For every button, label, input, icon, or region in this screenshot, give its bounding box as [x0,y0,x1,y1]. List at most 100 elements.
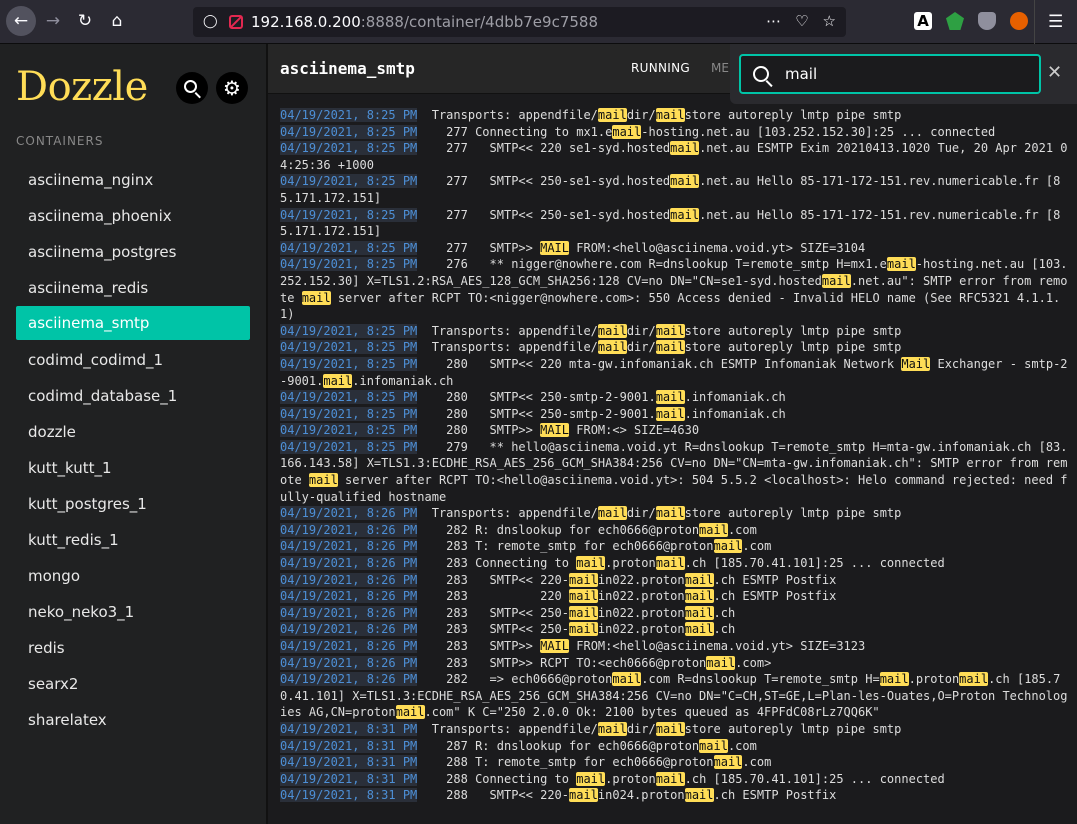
search-highlight: mail [597,108,627,122]
container-item[interactable]: redis [16,630,250,666]
log-timestamp: 04/19/2021, 8:25 PM [280,406,418,421]
log-line: 04/19/2021, 8:31 PM 288 T: remote_smtp f… [280,754,1070,771]
search-highlight: mail [597,721,627,736]
browser-toolbar: ← → ↻ ⌂ ◯ 192.168.0.200:8888/container/4… [0,0,1077,44]
log-line: 04/19/2021, 8:26 PM 283 220 mailin022.pr… [280,588,1070,605]
log-message: 283 T: remote_smtp for ech0666@protonmai… [417,539,772,554]
log-line: 04/19/2021, 8:25 PM 279 ** hello@asciine… [280,439,1070,505]
container-item[interactable]: sharelatex [16,702,250,738]
search-highlight: mail [655,771,685,786]
log-message: 288 SMTP<< 220-mailin024.protonmail.ch E… [417,788,837,803]
insecure-lock-icon[interactable] [229,15,243,29]
search-highlight: mail [569,788,598,803]
log-message: 288 T: remote_smtp for ech0666@protonmai… [417,755,772,770]
search-highlight: mail [569,605,598,620]
search-highlight: mail [706,655,736,670]
log-timestamp: 04/19/2021, 8:31 PM [280,721,418,736]
shield-icon[interactable]: ◯ [203,14,218,30]
log-line: 04/19/2021, 8:25 PM 277 SMTP<< 250-se1-s… [280,173,1070,206]
app-logo[interactable]: Dozzle [16,64,148,110]
log-timestamp: 04/19/2021, 8:26 PM [280,655,418,670]
log-timestamp: 04/19/2021, 8:26 PM [280,589,418,604]
settings-button[interactable]: ⚙ [216,72,248,104]
log-line: 04/19/2021, 8:31 PM 287 R: dnslookup for… [280,738,1070,755]
container-item[interactable]: neko_neko3_1 [16,594,250,630]
find-input[interactable] [785,65,1025,83]
ublock-icon[interactable] [978,12,996,30]
container-item[interactable]: asciinema_redis [16,270,250,306]
log-message: Transports: appendfile/maildir/mailstore… [417,506,902,521]
search-icon [184,80,197,93]
log-message: 277 SMTP>> MAIL FROM:<hello@asciinema.vo… [417,240,866,255]
reload-icon[interactable]: ↻ [70,6,100,36]
url-host: 192.168.0.200 [251,13,361,31]
search-highlight: mail [655,556,685,571]
home-icon[interactable]: ⌂ [102,6,132,36]
log-timestamp: 04/19/2021, 8:25 PM [280,207,418,222]
search-highlight: mail [886,257,916,272]
log-timestamp: 04/19/2021, 8:26 PM [280,672,418,687]
page-actions-icon[interactable]: ⋯ [766,12,781,30]
log-message: 277 Connecting to mx1.email-hosting.net.… [417,124,996,139]
search-highlight: mail [684,605,714,620]
search-highlight: mail [684,589,714,604]
log-message: Transports: appendfile/maildir/mailstore… [417,340,902,355]
url-text[interactable]: 192.168.0.200:8888/container/4dbb7e9c758… [251,13,598,31]
log-line: 04/19/2021, 8:31 PM 288 SMTP<< 220-maili… [280,787,1070,804]
log-line: 04/19/2021, 8:31 PM Transports: appendfi… [280,721,1070,738]
log-timestamp: 04/19/2021, 8:31 PM [280,788,418,803]
container-item[interactable]: kutt_redis_1 [16,522,250,558]
search-icon [753,66,769,82]
url-path: :8888/container/4dbb7e9c7588 [360,13,599,31]
log-timestamp: 04/19/2021, 8:25 PM [280,340,418,355]
log-message: 283 SMTP>> RCPT TO:<ech0666@protonmail.c… [417,655,772,670]
gear-icon: ⚙ [223,76,241,100]
search-highlight: mail [612,672,642,687]
log-timestamp: 04/19/2021, 8:26 PM [280,556,418,571]
container-item[interactable]: codimd_codimd_1 [16,342,250,378]
search-highlight: mail [959,672,989,687]
extension-a-icon[interactable]: A [914,12,932,30]
extension-fox-icon[interactable] [946,12,964,30]
log-message: 283 SMTP<< 250-mailin022.protonmail.ch [417,622,736,637]
back-arrow-icon[interactable]: ← [6,6,36,36]
container-item[interactable]: kutt_postgres_1 [16,486,250,522]
extension-red-icon[interactable] [1010,12,1028,30]
container-item[interactable]: kutt_kutt_1 [16,450,250,486]
log-line: 04/19/2021, 8:25 PM 280 SMTP<< 250-smtp-… [280,389,1070,406]
forward-arrow-icon[interactable]: → [38,6,68,36]
log-line: 04/19/2021, 8:26 PM 283 SMTP>> MAIL FROM… [280,638,1070,655]
search-button[interactable] [176,72,208,104]
log-timestamp: 04/19/2021, 8:26 PM [280,522,418,537]
log-timestamp: 04/19/2021, 8:31 PM [280,755,418,770]
search-highlight: mail [670,207,700,222]
bookmark-star-icon[interactable]: ☆ [823,12,836,30]
log-timestamp: 04/19/2021, 8:25 PM [280,141,418,156]
hamburger-menu-icon[interactable]: ☰ [1048,12,1066,32]
search-highlight: mail [879,672,909,687]
container-item[interactable]: mongo [16,558,250,594]
log-line: 04/19/2021, 8:26 PM 282 => ech0666@proto… [280,671,1070,721]
log-line: 04/19/2021, 8:25 PM Transports: appendfi… [280,339,1070,356]
log-timestamp: 04/19/2021, 8:25 PM [280,174,418,189]
search-highlight: mail [670,141,700,156]
search-highlight: mail [821,273,851,288]
find-input-wrapper[interactable] [739,54,1041,94]
url-bar[interactable]: ◯ 192.168.0.200:8888/container/4dbb7e9c7… [193,7,846,37]
container-item[interactable]: asciinema_smtp [16,306,250,340]
container-item[interactable]: codimd_database_1 [16,378,250,414]
log-timestamp: 04/19/2021, 8:25 PM [280,323,418,338]
log-timestamp: 04/19/2021, 8:25 PM [280,439,418,454]
container-item[interactable]: searx2 [16,666,250,702]
search-highlight: mail [569,589,598,604]
container-item[interactable]: dozzle [16,414,250,450]
pocket-icon[interactable]: ♡ [795,12,808,30]
container-item[interactable]: asciinema_phoenix [16,198,250,234]
search-highlight: mail [684,622,714,637]
sidebar: Dozzle ⚙ CONTAINERS asciinema_nginx ascii… [0,44,266,824]
memory-label: ME [711,61,729,75]
container-item[interactable]: asciinema_nginx [16,162,250,198]
search-highlight: mail [301,290,331,305]
close-icon[interactable]: ✕ [1047,62,1062,83]
container-item[interactable]: asciinema_postgres [16,234,250,270]
